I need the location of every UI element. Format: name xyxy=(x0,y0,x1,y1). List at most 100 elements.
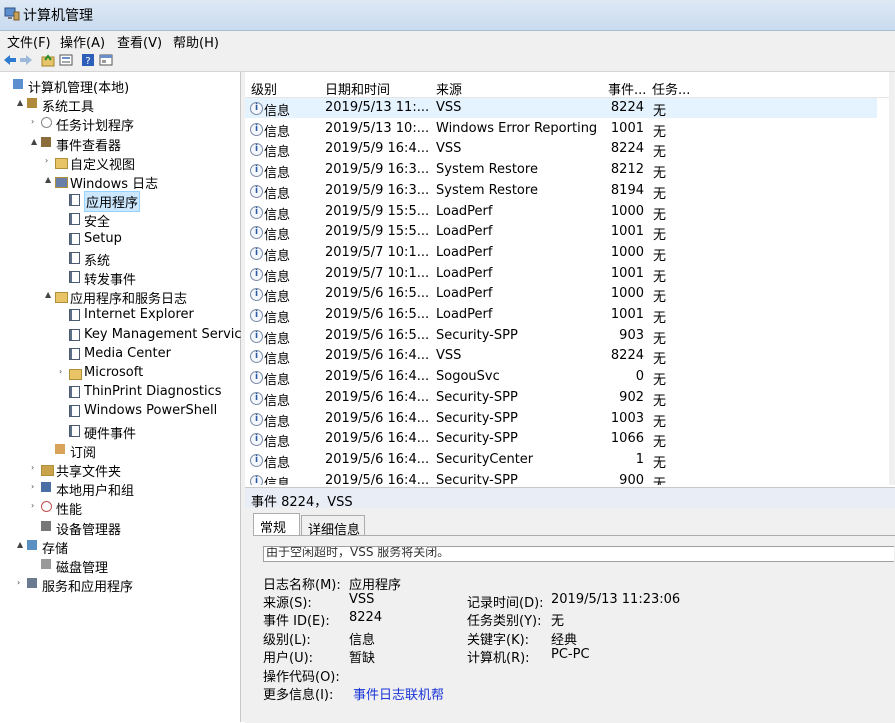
information-icon: i xyxy=(250,412,263,426)
table-row[interactable]: i 信息 2019/5/6 16:4... Security-SPP 902 无 xyxy=(245,388,877,409)
cell-datetime: 2019/5/7 10:1... xyxy=(325,265,430,281)
expander-icon[interactable]: › xyxy=(31,482,41,491)
column-header-task[interactable]: 任务... xyxy=(652,79,690,98)
cell-task: 无 xyxy=(653,269,667,285)
menu-help[interactable]: 帮助(H) xyxy=(173,32,219,51)
keywords-label: 关键字(K): xyxy=(467,633,530,648)
table-row[interactable]: i 信息 2019/5/6 16:4... Security-SPP 900 无 xyxy=(245,471,877,485)
cell-task: 无 xyxy=(653,124,667,140)
tree-node-label: 磁盘管理 xyxy=(56,561,109,576)
menu-view[interactable]: 查看(V) xyxy=(117,32,162,51)
cell-task: 无 xyxy=(653,455,667,471)
expander-icon[interactable]: › xyxy=(31,501,41,510)
column-header-level[interactable]: 级别 xyxy=(251,79,277,98)
level-value: 信息 xyxy=(349,633,376,648)
column-header-datetime[interactable]: 日期和时间 xyxy=(325,79,390,98)
tree-node-label: ThinPrint Diagnostics xyxy=(84,384,222,400)
forward-icon[interactable] xyxy=(19,53,33,67)
cell-source: LoadPerf xyxy=(436,203,493,219)
table-row[interactable]: i 信息 2019/5/6 16:4... VSS 8224 无 xyxy=(245,346,877,368)
menu-action[interactable]: 操作(A) xyxy=(60,32,105,51)
cell-event-id: 1001 xyxy=(610,265,644,281)
opcode-label: 操作代码(O): xyxy=(263,670,340,685)
cell-task: 无 xyxy=(653,248,667,264)
table-row[interactable]: i 信息 2019/5/9 16:3... System Restore 8194 无 xyxy=(245,181,877,202)
expander-icon[interactable]: › xyxy=(31,463,41,472)
tab-general[interactable]: 常规 xyxy=(253,513,300,536)
cell-datetime: 2019/5/9 16:3... xyxy=(325,162,430,178)
tools-icon xyxy=(27,98,37,109)
expander-icon[interactable]: › xyxy=(17,578,27,587)
expander-icon[interactable]: ▲ xyxy=(45,175,55,184)
cell-source: System Restore xyxy=(436,182,538,198)
table-row[interactable]: i 信息 2019/5/7 10:1... LoadPerf 1001 无 xyxy=(245,264,877,285)
cell-source: VSS xyxy=(436,348,462,364)
cell-event-id: 8212 xyxy=(610,162,644,178)
cell-datetime: 2019/5/6 16:5... xyxy=(325,286,430,302)
table-row[interactable]: i 信息 2019/5/6 16:4... SogouSvc 0 无 xyxy=(245,367,877,388)
expander-icon[interactable]: › xyxy=(59,367,69,376)
user-value: 暂缺 xyxy=(349,651,376,666)
table-row[interactable]: i 信息 2019/5/6 16:4... SecurityCenter 1 无 xyxy=(245,450,877,471)
table-row[interactable]: i 信息 2019/5/6 16:5... LoadPerf 1000 无 xyxy=(245,284,877,305)
tree-node-label: 系统工具 xyxy=(42,100,95,116)
column-header-source[interactable]: 来源 xyxy=(436,79,462,98)
cell-task: 无 xyxy=(653,186,667,202)
table-row[interactable]: i 信息 2019/5/9 16:3... System Restore 8212 无 xyxy=(245,160,877,181)
back-icon[interactable] xyxy=(3,53,17,67)
cell-event-id: 900 xyxy=(619,472,644,485)
cell-datetime: 2019/5/9 15:5... xyxy=(325,224,430,240)
table-row[interactable]: i 信息 2019/5/6 16:5... Security-SPP 903 无 xyxy=(245,326,877,347)
column-header-event-id[interactable]: 事件... xyxy=(608,79,646,98)
expander-icon[interactable]: ▲ xyxy=(17,540,27,549)
cell-source: Security-SPP xyxy=(436,327,518,343)
general-tab-panel: 由于空闲超时，VSS 服务将关闭。 日志名称(M): 应用程序 来源(S): V… xyxy=(253,535,895,716)
properties-icon[interactable] xyxy=(59,53,73,67)
cell-event-id: 8224 xyxy=(610,348,644,364)
tab-details[interactable]: 详细信息 xyxy=(301,515,365,538)
tree-node-label: 存储 xyxy=(42,541,69,557)
table-row[interactable]: i 信息 2019/5/9 16:4... VSS 8224 无 xyxy=(245,139,877,160)
disk-icon xyxy=(41,559,51,569)
help-icon[interactable]: ? xyxy=(81,53,95,67)
event-log-online-help-link[interactable]: 事件日志联机帮 xyxy=(353,684,444,703)
tree-node-label: 硬件事件 xyxy=(84,426,137,442)
event-description-box[interactable]: 由于空闲超时，VSS 服务将关闭。 xyxy=(263,546,894,562)
cell-level: 信息 xyxy=(264,124,291,140)
menu-file[interactable]: 文件(F) xyxy=(7,32,51,51)
cell-source: LoadPerf xyxy=(436,224,493,240)
cell-task: 无 xyxy=(653,352,667,368)
expander-icon[interactable]: › xyxy=(45,156,55,165)
cell-task: 无 xyxy=(653,311,667,326)
information-icon: i xyxy=(250,267,263,281)
table-row[interactable]: i 信息 2019/5/7 10:1... LoadPerf 1000 无 xyxy=(245,243,877,264)
cell-datetime: 2019/5/6 16:5... xyxy=(325,307,430,322)
table-row[interactable]: i 信息 2019/5/13 10:... Windows Error Reporti… xyxy=(245,119,877,140)
expander-icon[interactable]: ▲ xyxy=(31,137,41,146)
cell-datetime: 2019/5/6 16:4... xyxy=(325,431,430,447)
tree-node-label: 共享文件夹 xyxy=(56,465,122,480)
table-row[interactable]: i 信息 2019/5/6 16:5... LoadPerf 1001 无 xyxy=(245,305,877,326)
cell-level: 信息 xyxy=(264,207,291,223)
cell-event-id: 1003 xyxy=(610,410,644,426)
expander-icon[interactable]: › xyxy=(31,117,41,126)
table-row[interactable]: i 信息 2019/5/9 15:5... LoadPerf 1000 无 xyxy=(245,202,877,223)
computer-management-icon xyxy=(13,79,23,89)
event-list-scrollbar[interactable] xyxy=(889,72,895,485)
tree-node-label: Setup xyxy=(84,230,122,246)
expander-icon[interactable]: ▲ xyxy=(17,98,27,107)
table-row[interactable]: i 信息 2019/5/13 11:... VSS 8224 无 xyxy=(245,98,877,119)
window-title: 计算机管理 xyxy=(23,8,93,24)
up-icon[interactable] xyxy=(41,53,55,67)
table-row[interactable]: i 信息 2019/5/9 15:5... LoadPerf 1001 无 xyxy=(245,222,877,243)
show-pane-icon[interactable] xyxy=(99,53,113,67)
tree-node-label: 应用程序和服务日志 xyxy=(70,292,188,308)
tree-node-label: 订阅 xyxy=(70,445,97,461)
table-row[interactable]: i 信息 2019/5/6 16:4... Security-SPP 1003 无 xyxy=(245,409,877,430)
expander-icon[interactable]: ▲ xyxy=(45,290,55,299)
table-row[interactable]: i 信息 2019/5/6 16:4... Security-SPP 1066 无 xyxy=(245,429,877,450)
information-icon: i xyxy=(250,391,263,405)
event-description: 由于空闲超时，VSS 服务将关闭。 xyxy=(266,546,450,559)
information-icon: i xyxy=(250,143,263,157)
cell-level: 信息 xyxy=(264,186,291,202)
